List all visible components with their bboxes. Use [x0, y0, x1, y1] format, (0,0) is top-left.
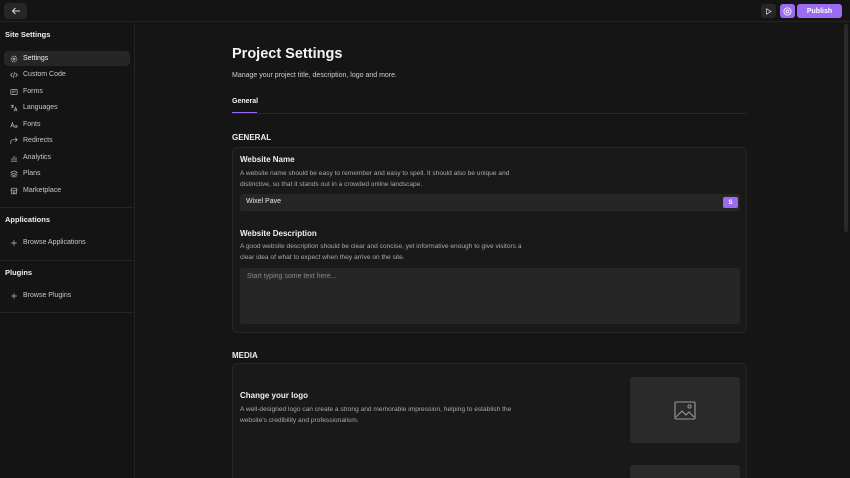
page-title: Project Settings — [232, 46, 343, 62]
sidebar-item-custom-code[interactable]: Custom Code — [4, 67, 130, 82]
gear-icon — [10, 55, 18, 62]
sidebar-divider — [0, 260, 135, 261]
bar-chart-icon — [10, 155, 18, 162]
tab-general[interactable]: General — [232, 98, 258, 105]
logo-description: A well-designed logo can create a strong… — [240, 406, 512, 424]
font-icon — [10, 121, 18, 128]
stack-icon — [10, 169, 18, 178]
sidebar-item-label: Fonts — [23, 121, 41, 128]
plus-icon — [11, 239, 17, 246]
plugins-title: Plugins — [5, 268, 33, 277]
website-name-input[interactable]: Wixel Pave S — [240, 194, 740, 211]
sidebar-divider — [0, 312, 135, 313]
ai-suggest-badge[interactable]: S — [723, 197, 738, 208]
arrow-left-icon — [11, 7, 20, 15]
website-description-description: A good website description should be cle… — [240, 243, 522, 261]
at-sign-icon — [783, 6, 792, 16]
tab-divider — [232, 113, 747, 114]
sidebar-item-redirects[interactable]: Redirects — [4, 133, 130, 148]
form-icon — [10, 88, 18, 95]
website-name-description: A website name should be easy to remembe… — [240, 170, 510, 188]
image-icon — [674, 400, 696, 420]
logo-title: Change your logo — [240, 391, 308, 400]
sidebar-item-label: Languages — [23, 104, 58, 111]
page-subtitle: Manage your project title, description, … — [232, 72, 397, 79]
website-name-value: Wixel Pave — [246, 198, 282, 205]
logo-upload-area[interactable] — [630, 377, 740, 443]
sidebar-item-label: Analytics — [23, 154, 52, 161]
translate-icon — [10, 104, 18, 111]
sidebar-item-label: Redirects — [23, 137, 53, 144]
plus-icon — [11, 292, 17, 299]
publish-button[interactable]: Publish — [797, 4, 842, 18]
preview-button[interactable] — [761, 4, 776, 18]
redirect-icon — [10, 137, 18, 144]
sidebar-item-forms[interactable]: Forms — [4, 84, 130, 99]
store-icon — [10, 187, 18, 194]
sidebar-item-label: Marketplace — [23, 187, 62, 194]
code-icon — [10, 71, 18, 78]
applications-title: Applications — [5, 215, 51, 224]
back-button[interactable] — [4, 3, 27, 19]
ai-assistant-button[interactable] — [780, 4, 795, 18]
play-icon — [766, 7, 772, 15]
sidebar-divider — [0, 207, 135, 208]
browse-plugins-button[interactable]: Browse Plugins — [4, 288, 130, 303]
media-heading: MEDIA — [232, 351, 258, 360]
sidebar-item-label: Settings — [23, 55, 49, 62]
browse-applications-label: Browse Applications — [23, 239, 86, 246]
favicon-upload-area[interactable] — [630, 465, 740, 478]
website-description-title: Website Description — [240, 229, 317, 238]
scrollbar-thumb[interactable] — [844, 24, 848, 232]
sidebar-item-plans[interactable]: Plans — [4, 166, 130, 181]
sidebar: Site Settings Settings Custom Code Forms… — [0, 23, 135, 478]
sidebar-item-label: Custom Code — [23, 71, 66, 78]
website-description-placeholder: Start typing some text here... — [247, 273, 337, 280]
browse-plugins-label: Browse Plugins — [23, 292, 72, 299]
website-description-textarea[interactable]: Start typing some text here... — [240, 268, 740, 324]
top-bar: Publish — [0, 0, 850, 22]
general-heading: GENERAL — [232, 133, 272, 142]
site-settings-title: Site Settings — [5, 30, 51, 39]
sidebar-item-settings[interactable]: Settings — [4, 51, 130, 66]
browse-applications-button[interactable]: Browse Applications — [4, 235, 130, 250]
sidebar-item-label: Forms — [23, 88, 43, 95]
sidebar-item-analytics[interactable]: Analytics — [4, 150, 130, 165]
website-name-title: Website Name — [240, 155, 295, 164]
sidebar-item-marketplace[interactable]: Marketplace — [4, 183, 130, 198]
sidebar-item-languages[interactable]: Languages — [4, 100, 130, 115]
sidebar-item-fonts[interactable]: Fonts — [4, 117, 130, 132]
sidebar-item-label: Plans — [23, 170, 41, 177]
